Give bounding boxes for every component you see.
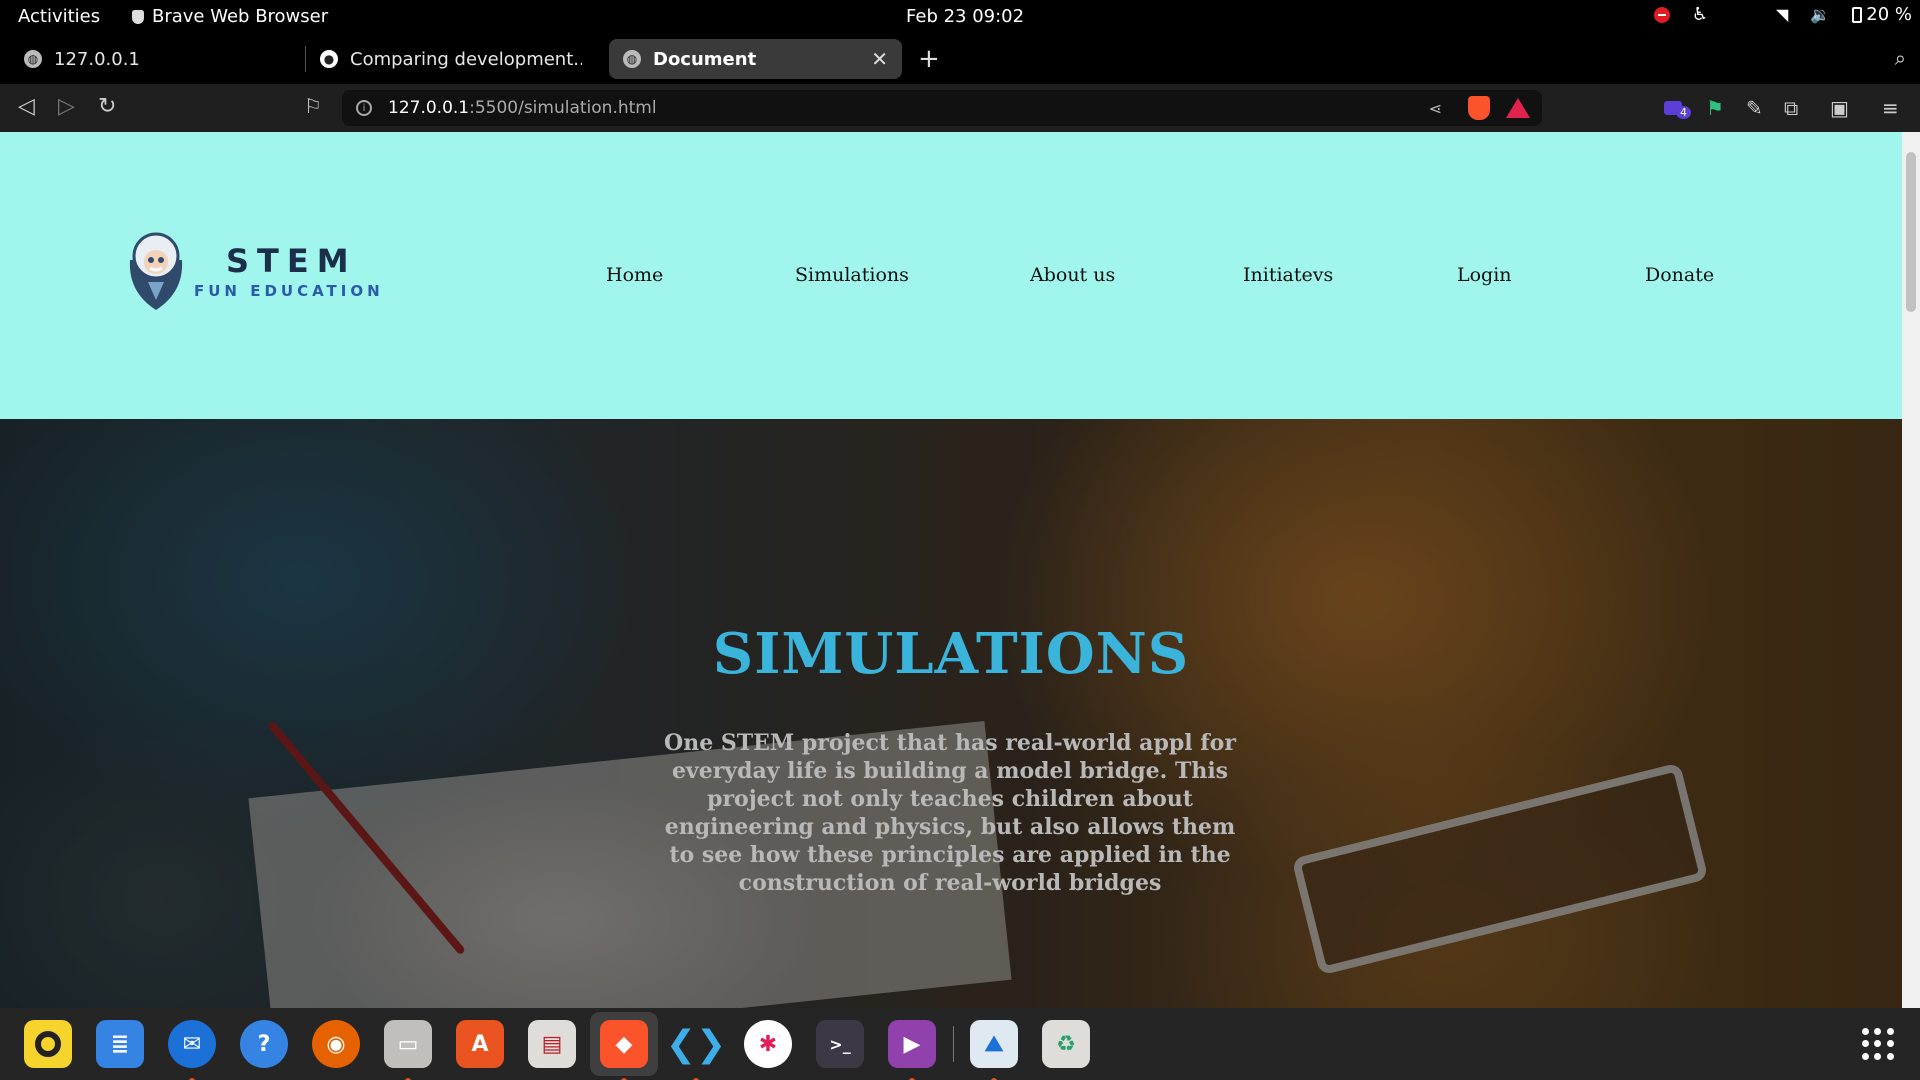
nav-donate[interactable]: Donate: [1645, 264, 1714, 286]
github-icon: ●: [320, 50, 338, 68]
tab-title: Document: [653, 48, 757, 70]
hero-overlay: [0, 419, 1902, 1008]
back-icon[interactable]: ◁: [18, 94, 35, 119]
system-tray[interactable]: ♿ ◥ 🔉 20 %: [1653, 4, 1912, 25]
do-not-disturb-icon: [1653, 6, 1670, 23]
thunderbird-icon[interactable]: ✉: [168, 1020, 216, 1080]
bookmark-icon[interactable]: ⚐: [304, 94, 322, 118]
brave-shields-icon[interactable]: [1468, 96, 1490, 120]
accessibility-icon: ♿: [1691, 4, 1709, 25]
show-apps-grid-icon[interactable]: [1862, 1028, 1894, 1060]
app-menu-label: Brave Web Browser: [152, 6, 329, 27]
address-bar[interactable]: i 127.0.0.1:5500/simulation.html ⋖: [342, 90, 1542, 126]
brave-icon[interactable]: ◆: [600, 1020, 648, 1080]
url-path: :5500/simulation.html: [469, 98, 657, 118]
tab-localhost[interactable]: ◍ 127.0.0.1: [10, 39, 300, 79]
einstein-mascot-icon: [129, 232, 183, 310]
globe-icon: ◍: [623, 50, 641, 68]
tab-strip: ◍ 127.0.0.1 ● Comparing development...de…: [0, 34, 1920, 84]
site-header: STEM FUN EDUCATION Home Simulations Abou…: [0, 132, 1902, 419]
tab-search-icon[interactable]: ⌕: [1895, 46, 1906, 70]
tab-title: 127.0.0.1: [54, 48, 140, 70]
browser-toolbar: ◁ ▷ ↻ ⚐ i 127.0.0.1:5500/simulation.html…: [0, 84, 1920, 132]
logo-title: STEM: [226, 242, 357, 280]
wallet-icon[interactable]: ▣: [1830, 96, 1849, 120]
menu-hamburger-icon[interactable]: ≡: [1882, 96, 1899, 120]
tab-title: Comparing development...de: [350, 48, 582, 70]
nav-login[interactable]: Login: [1457, 264, 1512, 286]
files-icon[interactable]: ▭: [384, 1020, 432, 1080]
firefox-icon[interactable]: ◉: [312, 1020, 360, 1068]
color-picker-icon[interactable]: ✎: [1746, 96, 1763, 120]
nav-home[interactable]: Home: [606, 264, 663, 286]
hero-description: One STEM project that has real-world app…: [664, 730, 1236, 896]
globe-icon: ◍: [24, 50, 42, 68]
extension-icon[interactable]: 4: [1664, 96, 1691, 120]
feather-extension-icon[interactable]: ⚑: [1706, 96, 1724, 120]
volume-icon: 🔉: [1810, 5, 1831, 24]
terminal-icon[interactable]: >_: [816, 1020, 864, 1068]
tab-github-compare[interactable]: ● Comparing development...de: [306, 39, 596, 79]
clock[interactable]: Feb 23 09:02: [906, 6, 1024, 27]
address-text[interactable]: 127.0.0.1:5500/simulation.html: [388, 98, 657, 118]
hero-heading: SIMULATIONS: [712, 621, 1190, 687]
trash-icon[interactable]: ♻: [1042, 1020, 1090, 1068]
system-top-bar: Activities Brave Web Browser Feb 23 09:0…: [0, 0, 1920, 34]
battery-icon: [1852, 6, 1863, 23]
tab-document[interactable]: ◍ Document ✕: [609, 39, 902, 79]
web-page: STEM FUN EDUCATION Home Simulations Abou…: [0, 132, 1902, 1008]
wifi-icon: ◥: [1776, 5, 1789, 24]
share-icon[interactable]: ⋖: [1429, 99, 1442, 118]
slack-icon[interactable]: ✱: [744, 1020, 792, 1068]
help-icon[interactable]: ?: [240, 1020, 288, 1068]
nav-simulations[interactable]: Simulations: [795, 264, 909, 286]
forward-icon[interactable]: ▷: [58, 94, 75, 119]
extension-badge: 4: [1676, 106, 1691, 119]
text-editor-icon[interactable]: ≣: [96, 1020, 144, 1068]
new-tab-button[interactable]: +: [918, 44, 940, 74]
close-tab-icon[interactable]: ✕: [871, 47, 888, 71]
rhythmbox-icon[interactable]: [24, 1020, 72, 1068]
activities-button[interactable]: Activities: [18, 6, 100, 27]
logo-subtitle: FUN EDUCATION: [194, 282, 384, 300]
video-player-icon[interactable]: ▶: [888, 1020, 936, 1080]
site-info-icon[interactable]: i: [356, 100, 372, 116]
battery-percentage: 20 %: [1866, 4, 1912, 25]
app-menu[interactable]: Brave Web Browser: [132, 6, 328, 27]
vscode-icon[interactable]: ❮❯: [666, 1020, 726, 1080]
nav-initiatives[interactable]: Initiatevs: [1243, 264, 1333, 286]
page-scrollbar[interactable]: [1902, 132, 1920, 1008]
brave-lion-icon: [132, 9, 144, 24]
dock: ≣ ✉ ? ◉ ▭ A ▤ ◆ ❮❯ ✱ >_ ▶ ⛰ ♻: [0, 1008, 1920, 1080]
url-host: 127.0.0.1: [388, 98, 470, 118]
nav-about-us[interactable]: About us: [1030, 264, 1115, 286]
hero-section: SIMULATIONS One STEM project that has re…: [0, 419, 1902, 1008]
logo-wordmark: STEM FUN EDUCATION: [194, 242, 384, 300]
scrollbar-thumb[interactable]: [1906, 152, 1916, 312]
dock-separator: [953, 1026, 954, 1062]
app-center-icon[interactable]: A: [456, 1020, 504, 1068]
document-viewer-icon[interactable]: ▤: [528, 1020, 576, 1068]
site-logo[interactable]: STEM FUN EDUCATION: [124, 230, 384, 312]
screenshot-icon[interactable]: ⛰: [970, 1020, 1018, 1080]
extensions-puzzle-icon[interactable]: ⧉: [1784, 96, 1798, 120]
reload-icon[interactable]: ↻: [98, 94, 116, 119]
brave-rewards-icon[interactable]: [1506, 98, 1530, 118]
